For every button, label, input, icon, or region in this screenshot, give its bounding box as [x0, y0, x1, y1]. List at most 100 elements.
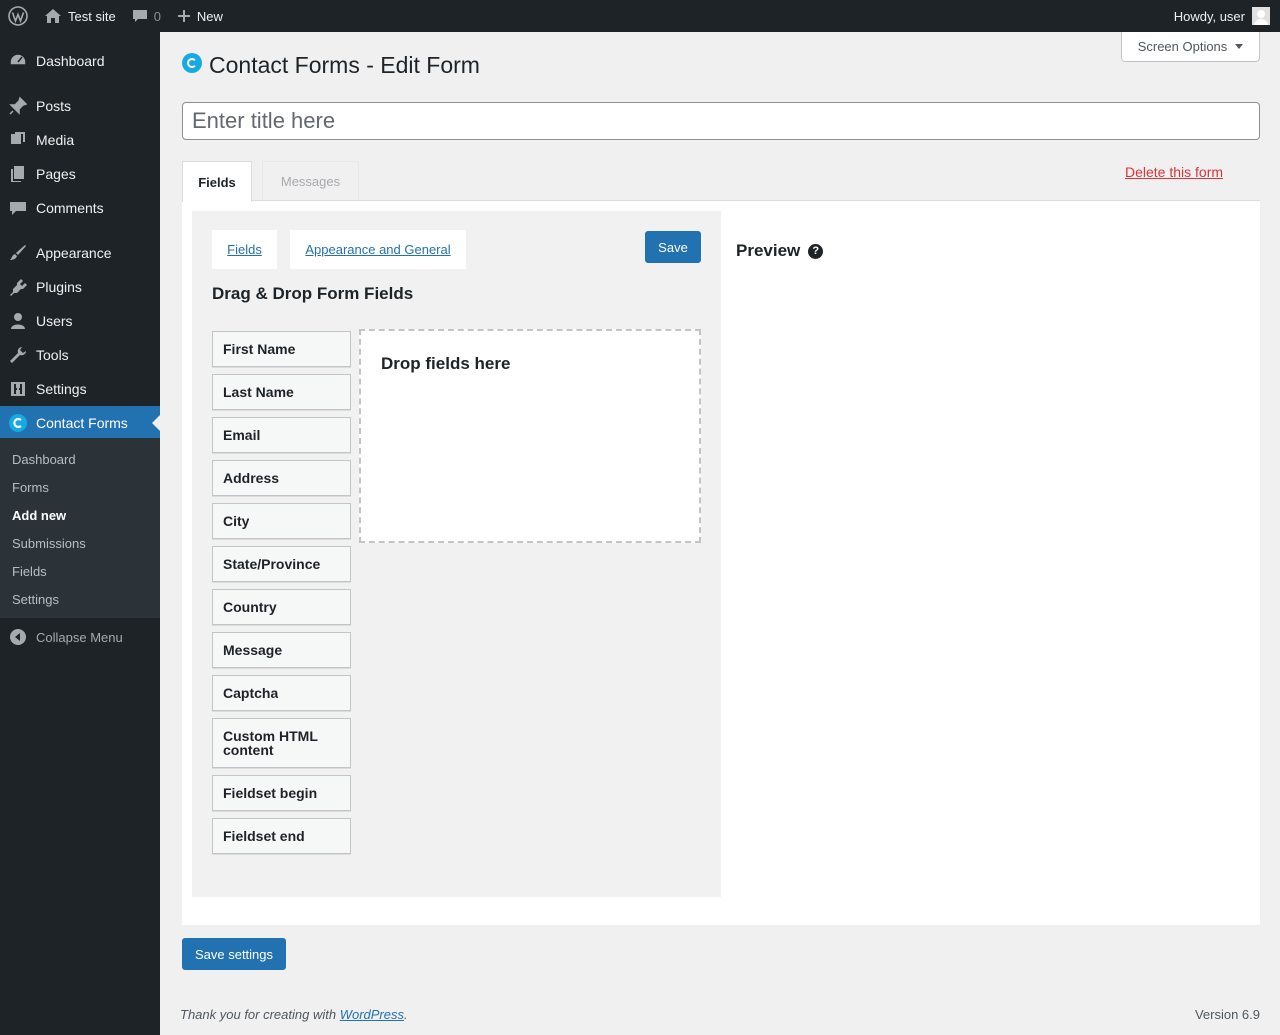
field-label: Last Name [223, 384, 294, 400]
field-label: Fieldset end [223, 828, 305, 844]
submenu-settings[interactable]: Settings [12, 592, 59, 607]
field-label: Message [223, 642, 283, 658]
preview-title: Preview [736, 241, 801, 260]
field-button-last-name[interactable]: Last Name [212, 374, 351, 410]
builder-title: Drag & Drop Form Fields [212, 284, 414, 303]
wordpress-link[interactable]: WordPress [340, 1007, 404, 1022]
settings-icon [0, 379, 36, 399]
sidebar-item-contact-forms[interactable]: Contact Forms [0, 406, 160, 440]
collapse-menu-button[interactable]: Collapse Menu [0, 622, 160, 652]
form-title-input[interactable] [182, 102, 1260, 140]
wordpress-logo-icon[interactable] [0, 0, 36, 32]
sidebar-item-label: Dashboard [36, 53, 105, 69]
sidebar-item-label: Plugins [36, 279, 82, 295]
sidebar-item-label: Contact Forms [36, 415, 128, 431]
collapse-icon [0, 629, 36, 645]
field-label: Fieldset begin [223, 785, 318, 801]
submenu-fields[interactable]: Fields [12, 564, 47, 579]
howdy-text: Howdy, user [1173, 8, 1245, 24]
page-title-text: Contact Forms - Edit Form [209, 52, 480, 78]
pin-icon [0, 96, 36, 116]
field-button-message[interactable]: Message [212, 632, 351, 668]
sidebar-item-posts[interactable]: Posts [0, 89, 160, 123]
sidebar-item-label: Appearance [36, 245, 112, 261]
sidebar-item-label: Settings [36, 381, 87, 397]
save-settings-button[interactable]: Save settings [182, 938, 286, 970]
sidebar-item-label: Posts [36, 98, 72, 114]
new-label: New [196, 8, 223, 24]
avatar [1252, 7, 1270, 25]
screen-options-button[interactable]: Screen Options [1121, 32, 1260, 62]
sidebar-item-dashboard[interactable]: Dashboard [0, 44, 160, 78]
footer-thanks: Thank you for creating with WordPress. [180, 1007, 408, 1022]
builder-tab-appearance[interactable]: Appearance and General [290, 230, 466, 269]
new-content-link[interactable]: New [169, 0, 231, 32]
account-menu[interactable]: Howdy, user [1166, 0, 1280, 32]
preview-heading: Preview ? [736, 241, 824, 261]
sidebar-item-label: Pages [36, 166, 76, 182]
field-button-city[interactable]: City [212, 503, 351, 539]
sidebar-item-plugins[interactable]: Plugins [0, 270, 160, 304]
field-button-address[interactable]: Address [212, 460, 351, 496]
sidebar-item-users[interactable]: Users [0, 304, 160, 338]
submenu-submissions[interactable]: Submissions [12, 536, 86, 551]
comment-icon [0, 198, 36, 218]
footer-version: Version 6.9 [1194, 1007, 1260, 1022]
contact-forms-submenu: Dashboard Forms Add new Submissions Fiel… [0, 438, 160, 618]
admin-bar: Test site 0 New Howdy, user [0, 0, 1280, 32]
builder-tab-fields[interactable]: Fields [212, 230, 277, 269]
screen-options-label: Screen Options [1137, 39, 1228, 54]
caret-down-icon [1235, 44, 1244, 49]
field-label: Custom HTML content [223, 729, 318, 757]
comment-icon [132, 10, 147, 22]
help-icon[interactable]: ? [808, 243, 824, 259]
submenu-dashboard[interactable]: Dashboard [12, 452, 76, 467]
field-label: Country [223, 599, 277, 615]
field-button-captcha[interactable]: Captcha [212, 675, 351, 711]
field-button-first-name[interactable]: First Name [212, 331, 351, 367]
tab-fields[interactable]: Fields [182, 161, 252, 202]
media-icon [0, 130, 36, 150]
sidebar-item-settings[interactable]: Settings [0, 372, 160, 406]
admin-sidebar: Dashboard Posts Media Pages Comments App… [0, 32, 160, 1035]
field-button-fieldset-begin[interactable]: Fieldset begin [212, 775, 351, 811]
field-label: Captcha [223, 685, 279, 701]
sidebar-item-media[interactable]: Media [0, 123, 160, 157]
sidebar-item-label: Users [36, 313, 73, 329]
sidebar-item-appearance[interactable]: Appearance [0, 236, 160, 270]
field-button-custom-html[interactable]: Custom HTML content [212, 718, 351, 768]
footer-thanks-suffix: . [404, 1007, 408, 1022]
field-label: State/Province [223, 556, 321, 572]
tab-messages[interactable]: Messages [262, 161, 359, 201]
field-button-email[interactable]: Email [212, 417, 351, 453]
site-name-link[interactable]: Test site [36, 0, 124, 32]
sidebar-item-comments[interactable]: Comments [0, 191, 160, 225]
drop-zone-label: Drop fields here [381, 354, 511, 373]
site-name: Test site [68, 8, 116, 24]
comments-link[interactable]: 0 [124, 0, 169, 32]
delete-form-link[interactable]: Delete this form [1125, 164, 1223, 180]
submenu-add-new[interactable]: Add new [12, 508, 66, 523]
contact-forms-icon [0, 413, 36, 433]
sidebar-item-pages[interactable]: Pages [0, 157, 160, 191]
sidebar-item-label: Comments [36, 200, 104, 216]
footer-thanks-text: Thank you for creating with [180, 1007, 340, 1022]
pages-icon [0, 164, 36, 184]
save-button[interactable]: Save [645, 231, 701, 263]
submenu-forms[interactable]: Forms [12, 480, 49, 495]
dashboard-icon [0, 51, 36, 71]
comments-count: 0 [153, 8, 161, 24]
field-label: Email [223, 427, 261, 443]
sidebar-item-label: Tools [36, 347, 69, 363]
field-button-fieldset-end[interactable]: Fieldset end [212, 818, 351, 854]
wrench-icon [0, 345, 36, 365]
sidebar-item-label: Media [36, 132, 75, 148]
field-label: Address [223, 470, 280, 486]
sidebar-item-tools[interactable]: Tools [0, 338, 160, 372]
home-icon [45, 9, 61, 23]
field-label: City [223, 513, 250, 529]
field-button-country[interactable]: Country [212, 589, 351, 625]
field-button-state-province[interactable]: State/Province [212, 546, 351, 582]
collapse-label: Collapse Menu [36, 629, 123, 645]
field-label: First Name [223, 341, 296, 357]
